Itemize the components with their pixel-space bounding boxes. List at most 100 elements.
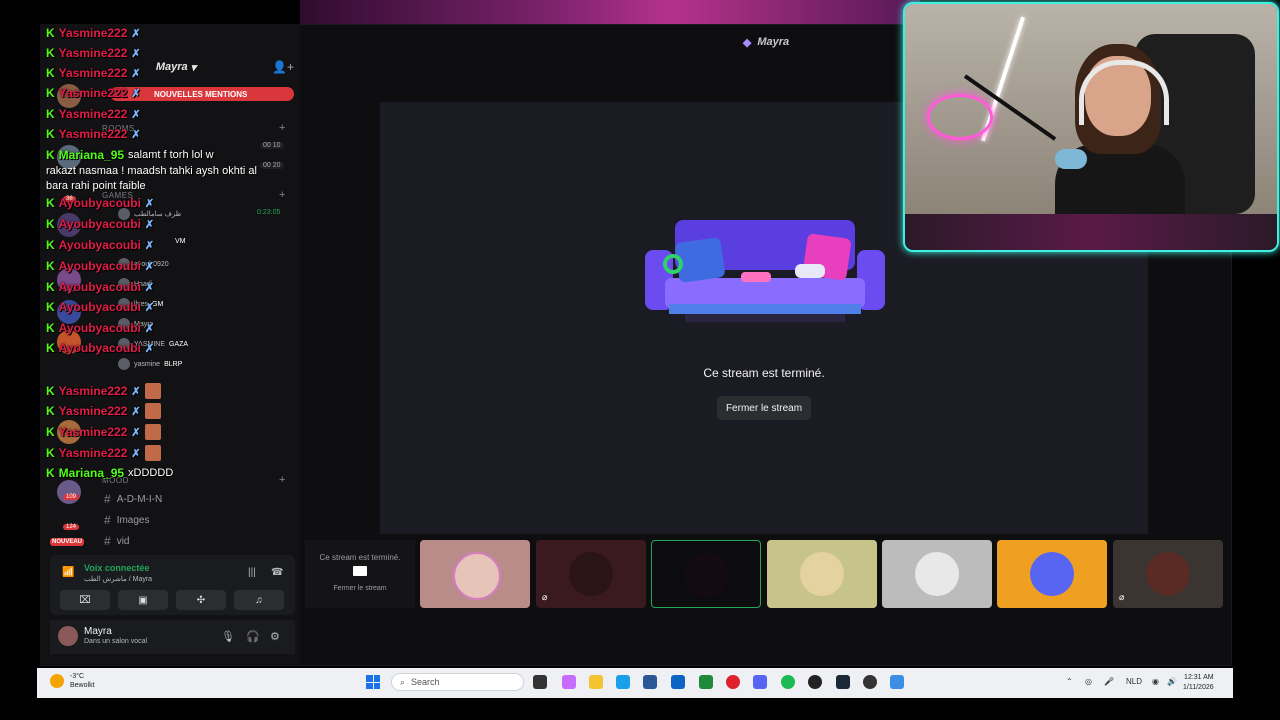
start-button[interactable] [366, 675, 380, 689]
volume-icon[interactable]: 🔊 [1167, 677, 1177, 686]
store-icon[interactable] [643, 675, 657, 689]
avatar [685, 553, 729, 597]
system-clock[interactable]: 12:31 AM 1/11/2026 [1183, 673, 1214, 693]
hash-icon: # [104, 534, 111, 548]
controller-icon [741, 272, 771, 282]
kick-icon: K [46, 466, 55, 480]
app-icon[interactable] [699, 675, 713, 689]
participant-tile[interactable]: ⌀ [536, 540, 646, 608]
channel-label: Images [116, 514, 150, 526]
close-stream-label: Fermer le stream [725, 402, 803, 414]
outlook-icon[interactable] [671, 675, 685, 689]
stream-ended-text: Ce stream est terminé. [703, 366, 825, 380]
couch-illustration [645, 220, 885, 322]
add-channel-icon[interactable]: + [279, 474, 285, 486]
headphones-icon[interactable]: 🎧 [246, 630, 260, 643]
signal-icon[interactable]: 📶 [62, 567, 74, 578]
language-indicator[interactable]: NLD [1126, 677, 1142, 686]
badge-icon: ✗ [131, 108, 141, 121]
obs-icon[interactable] [808, 675, 822, 689]
file-explorer-icon[interactable] [589, 675, 603, 689]
avatar [1146, 552, 1190, 596]
avatar[interactable] [58, 626, 78, 646]
screen-icon [353, 566, 367, 576]
voice-tag: VM [175, 238, 186, 245]
chat-message: K Yasmine222 ✗ [46, 424, 161, 440]
soundboard-button[interactable]: ♫ [234, 590, 284, 610]
settings-gear-icon[interactable]: ⚙ [270, 630, 280, 643]
avatar [453, 552, 501, 600]
add-channel-icon[interactable]: + [279, 189, 285, 201]
chat-username: Yasmine222 [58, 86, 128, 100]
close-stream-button[interactable]: Fermer le stream [717, 396, 811, 420]
chat-username: Yasmine222 [58, 107, 128, 121]
task-view-icon[interactable] [533, 675, 547, 689]
chat-message: K Ayoubyacoubi ✗ [46, 238, 154, 252]
disconnect-icon[interactable]: ☎ [271, 567, 283, 578]
kick-icon: K [46, 148, 55, 162]
chat-message: K Ayoubyacoubi ✗ [46, 280, 154, 294]
unread-badge: 109 [63, 494, 80, 500]
activities-button[interactable]: ✣ [176, 590, 226, 610]
channel-vid[interactable]: # vid [104, 534, 129, 548]
media-player-icon[interactable] [863, 675, 877, 689]
channel-images[interactable]: # Images [104, 513, 149, 527]
camera-button[interactable]: ⌧ [60, 590, 110, 610]
chat-message: K Yasmine222 ✗ [46, 46, 141, 60]
badge-icon: ✗ [144, 239, 155, 252]
app-icon[interactable] [890, 675, 904, 689]
server-icon[interactable] [57, 480, 81, 504]
microphone-icon[interactable]: 🎤 [1104, 677, 1114, 686]
spotify-icon[interactable] [781, 675, 795, 689]
kick-icon: K [46, 300, 55, 314]
kick-icon: K [46, 280, 55, 294]
chat-username: Yasmine222 [58, 46, 128, 60]
thumbnail-close-text: Fermer le stream [333, 585, 387, 592]
participant-tile[interactable]: ⌀ [1113, 540, 1223, 608]
kick-icon: K [46, 196, 55, 210]
discord-icon[interactable] [753, 675, 767, 689]
voice-status[interactable]: Voix connectée [84, 563, 149, 573]
invite-icon[interactable]: 👤+ [272, 60, 294, 74]
noise-suppression-icon[interactable]: ||| [248, 567, 256, 578]
chat-message: K Yasmine222 ✗ [46, 107, 141, 121]
chat-message: K Mariana_95 salamt f torh lol w [46, 148, 214, 162]
participant-tile-speaking[interactable] [651, 540, 761, 608]
participant-tile[interactable] [882, 540, 992, 608]
participant-tile[interactable] [767, 540, 877, 608]
microphone [1055, 149, 1087, 169]
opera-icon[interactable] [726, 675, 740, 689]
server-name: Mayra [155, 61, 188, 73]
voice-user[interactable]: yasmine BLRP [118, 358, 182, 370]
chat-username: Yasmine222 [58, 446, 128, 460]
add-channel-icon[interactable]: + [279, 122, 285, 134]
participant-tile[interactable] [420, 540, 530, 608]
avatar [915, 552, 959, 596]
screenshare-button[interactable]: ▣ [118, 590, 168, 610]
avatar [569, 552, 613, 596]
chat-username: Ayoubyacoubi [58, 280, 141, 294]
weather-widget[interactable]: -3°C Bewolkt [50, 672, 95, 690]
chat-username: Yasmine222 [58, 26, 128, 40]
microphone-icon[interactable]: 🎙 [221, 630, 235, 643]
user-name[interactable]: Mayra [84, 626, 112, 637]
voice-channel[interactable]: ماشرش الطب / Mayra [84, 575, 152, 583]
badge-icon: ✗ [131, 447, 141, 460]
channel-admin[interactable]: # A-D-M-I-N [104, 492, 162, 506]
copilot-icon[interactable] [562, 675, 576, 689]
steam-icon[interactable] [836, 675, 850, 689]
stream-icon: ◆ [742, 36, 752, 49]
badge-icon: ✗ [131, 67, 141, 80]
edge-icon[interactable] [616, 675, 630, 689]
taskbar-search[interactable]: ⌕ Search [391, 673, 524, 691]
badge-icon: ✗ [131, 426, 141, 439]
new-badge: NOUVEAU [50, 538, 85, 546]
kick-icon: K [46, 425, 55, 439]
wifi-icon[interactable]: ◉ [1152, 677, 1159, 686]
participant-tile[interactable] [997, 540, 1107, 608]
chat-message-continued: rakazt nasmaa ! maadsh tahki aysh okhti … [46, 165, 257, 192]
tray-chevron-icon[interactable]: ⌃ [1066, 677, 1073, 686]
tray-icon[interactable]: ◎ [1085, 677, 1092, 686]
kick-icon: K [46, 321, 55, 335]
headset [1079, 60, 1169, 125]
